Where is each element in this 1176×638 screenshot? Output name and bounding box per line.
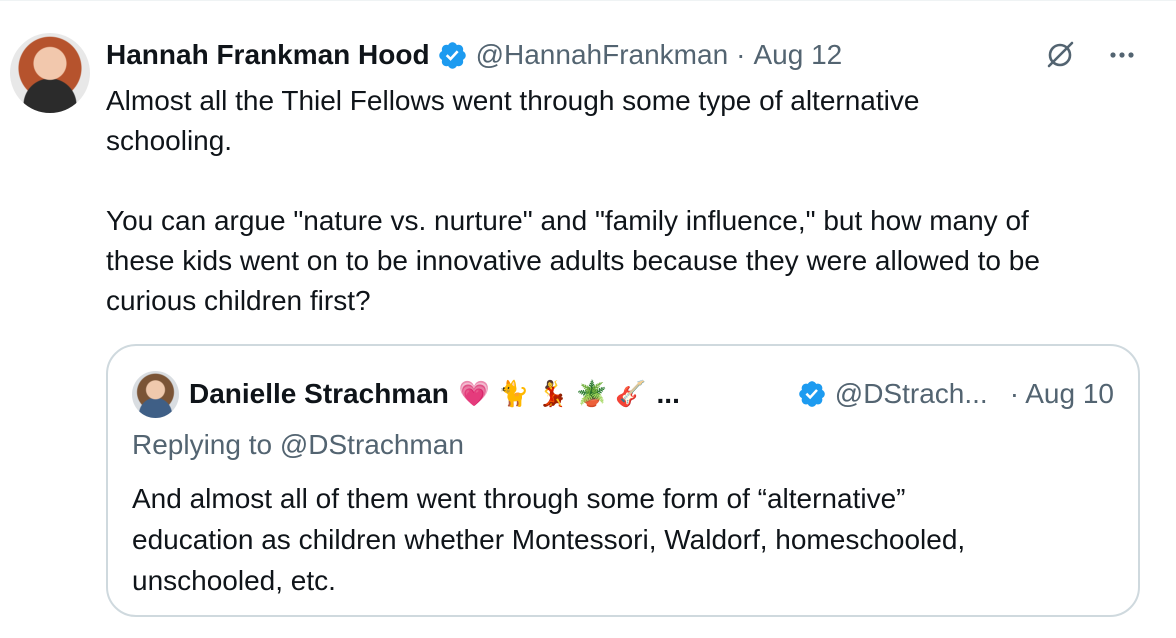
tweet-date[interactable]: Aug 12: [753, 39, 842, 70]
name-ellipsis: ...: [656, 378, 680, 409]
quoted-tweet[interactable]: Danielle Strachman 💗🐈💃🪴🎸 ... @DStrach...…: [106, 344, 1140, 617]
author-handle[interactable]: @HannahFrankman: [476, 39, 729, 70]
replying-to[interactable]: Replying to @DStrachman: [132, 429, 464, 461]
quoted-tweet-date[interactable]: · Aug 10: [1010, 378, 1114, 410]
author-name[interactable]: Hannah Frankman Hood: [106, 39, 430, 71]
tweet-top-actions: [1042, 37, 1140, 73]
quoted-author-handle[interactable]: @DStrach...: [835, 378, 988, 410]
more-icon[interactable]: [1104, 37, 1140, 73]
tweet-header: Hannah Frankman Hood @HannahFrankman · Aug…: [106, 35, 842, 75]
more-icon-graphic: [1110, 52, 1134, 58]
quoted-author-avatar[interactable]: [132, 370, 179, 418]
grok-icon-graphic: [1047, 41, 1074, 68]
quoted-tweet-text: And almost all of them went through some…: [132, 483, 966, 596]
meta-separator: ·: [736, 39, 746, 70]
quoted-tweet-header: Danielle Strachman 💗🐈💃🪴🎸 ... @DStrach...…: [132, 370, 1114, 418]
quoted-author-name[interactable]: Danielle Strachman: [189, 378, 449, 410]
verified-badge-icon: [798, 381, 825, 407]
quoted-meta: @DStrach... · Aug 10: [797, 378, 1114, 410]
tweet-meta: @HannahFrankman · Aug 12: [476, 39, 843, 71]
tweet-text: Almost all the Thiel Fellows went throug…: [106, 85, 1040, 316]
quoted-author-emojis: 💗🐈💃🪴🎸: [458, 379, 655, 408]
author-avatar[interactable]: [10, 33, 90, 113]
verified-badge-icon: [438, 41, 466, 69]
grok-icon[interactable]: [1042, 37, 1078, 73]
tweet[interactable]: Hannah Frankman Hood @HannahFrankman · Aug…: [0, 0, 1176, 638]
